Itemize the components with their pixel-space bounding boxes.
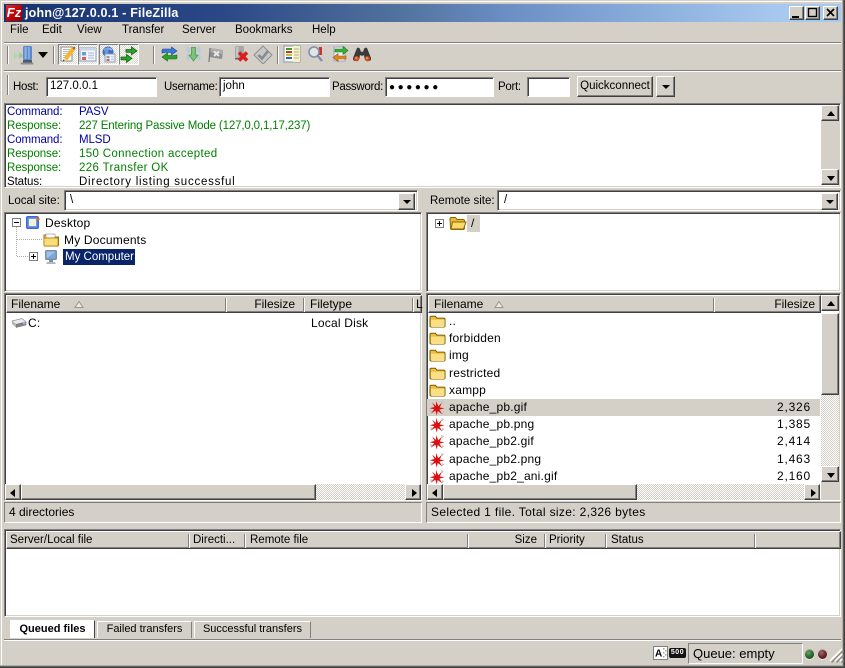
svg-text:A: A [655, 649, 662, 660]
